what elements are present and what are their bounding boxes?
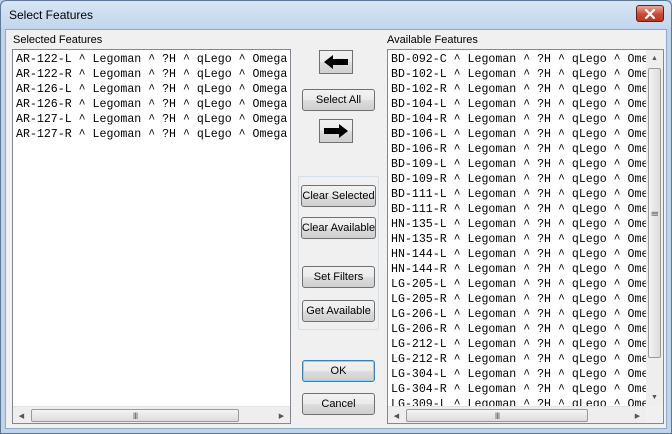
list-item[interactable]: BD-104-R ^ Legoman ^ ?H ^ qLego ^ Ome — [391, 112, 646, 127]
list-item[interactable]: LG-304-L ^ Legoman ^ ?H ^ qLego ^ Ome — [391, 367, 646, 382]
list-item[interactable]: AR-122-R ^ Legoman ^ ?H ^ qLego ^ Omega — [16, 67, 290, 82]
list-item[interactable]: BD-102-L ^ Legoman ^ ?H ^ qLego ^ Ome — [391, 67, 646, 82]
dialog-client-area: Selected Features AR-122-L ^ Legoman ^ ?… — [5, 29, 667, 429]
list-item[interactable]: LG-212-L ^ Legoman ^ ?H ^ qLego ^ Ome — [391, 337, 646, 352]
list-item[interactable]: LG-206-L ^ Legoman ^ ?H ^ qLego ^ Ome — [391, 307, 646, 322]
list-item[interactable]: BD-092-C ^ Legoman ^ ?H ^ qLego ^ Ome — [391, 52, 646, 67]
list-item[interactable]: AR-122-L ^ Legoman ^ ?H ^ qLego ^ Omega — [16, 52, 290, 67]
selected-features-label: Selected Features — [13, 34, 103, 46]
scroll-down-button[interactable]: ▼ — [646, 389, 663, 406]
cancel-button[interactable]: Cancel — [302, 393, 375, 415]
select-all-button[interactable]: Select All — [302, 89, 375, 111]
list-item[interactable]: LG-206-R ^ Legoman ^ ?H ^ qLego ^ Ome — [391, 322, 646, 337]
list-item[interactable]: BD-106-R ^ Legoman ^ ?H ^ qLego ^ Ome — [391, 142, 646, 157]
available-features-label: Available Features — [387, 34, 478, 46]
list-item[interactable]: HN-135-L ^ Legoman ^ ?H ^ qLego ^ Ome — [391, 217, 646, 232]
scroll-right-button[interactable]: ▶ — [273, 407, 290, 423]
list-item[interactable]: BD-111-R ^ Legoman ^ ?H ^ qLego ^ Ome — [391, 202, 646, 217]
list-item[interactable]: HN-135-R ^ Legoman ^ ?H ^ qLego ^ Ome — [391, 232, 646, 247]
available-list-hscrollbar[interactable]: ◀ III ▶ — [388, 406, 646, 423]
scroll-thumb[interactable]: III — [406, 409, 588, 422]
list-item[interactable]: HN-144-R ^ Legoman ^ ?H ^ qLego ^ Ome — [391, 262, 646, 277]
clear-available-button[interactable]: Clear Available — [301, 217, 376, 239]
list-item[interactable]: AR-126-R ^ Legoman ^ ?H ^ qLego ^ Omega — [16, 97, 290, 112]
list-item[interactable]: BD-106-L ^ Legoman ^ ?H ^ qLego ^ Ome — [391, 127, 646, 142]
list-item[interactable]: HN-144-L ^ Legoman ^ ?H ^ qLego ^ Ome — [391, 247, 646, 262]
set-filters-button[interactable]: Set Filters — [302, 266, 375, 288]
close-button[interactable] — [636, 5, 664, 22]
ok-button[interactable]: OK — [302, 360, 375, 382]
list-item[interactable]: LG-205-R ^ Legoman ^ ?H ^ qLego ^ Ome — [391, 292, 646, 307]
move-left-button[interactable] — [319, 50, 353, 74]
clear-selected-button[interactable]: Clear Selected — [301, 185, 376, 207]
list-item[interactable]: AR-127-L ^ Legoman ^ ?H ^ qLego ^ Omega — [16, 112, 290, 127]
list-item[interactable]: BD-109-L ^ Legoman ^ ?H ^ qLego ^ Ome — [391, 157, 646, 172]
scroll-thumb[interactable]: III — [31, 409, 239, 422]
list-item[interactable]: BD-102-R ^ Legoman ^ ?H ^ qLego ^ Ome — [391, 82, 646, 97]
close-icon — [644, 8, 656, 19]
list-item[interactable]: AR-127-R ^ Legoman ^ ?H ^ qLego ^ Omega — [16, 127, 290, 142]
list-item[interactable]: LG-304-R ^ Legoman ^ ?H ^ qLego ^ Ome — [391, 382, 646, 397]
scroll-thumb[interactable]: III — [648, 68, 661, 358]
scrollbar-corner — [646, 406, 663, 423]
title-bar[interactable]: Select Features — [1, 1, 671, 28]
move-right-button[interactable] — [319, 119, 353, 143]
selected-features-list[interactable]: AR-122-L ^ Legoman ^ ?H ^ qLego ^ Omega A… — [12, 49, 291, 424]
available-list-vscrollbar[interactable]: ▲ III ▼ — [646, 50, 663, 406]
list-item[interactable]: BD-111-L ^ Legoman ^ ?H ^ qLego ^ Ome — [391, 187, 646, 202]
list-item[interactable]: LG-212-R ^ Legoman ^ ?H ^ qLego ^ Ome — [391, 352, 646, 367]
scroll-left-button[interactable]: ◀ — [388, 407, 405, 423]
list-item[interactable]: BD-104-L ^ Legoman ^ ?H ^ qLego ^ Ome — [391, 97, 646, 112]
left-arrow-icon — [324, 55, 348, 69]
right-arrow-icon — [324, 124, 348, 138]
scroll-left-button[interactable]: ◀ — [13, 407, 30, 423]
scroll-up-button[interactable]: ▲ — [646, 50, 663, 67]
scroll-right-button[interactable]: ▶ — [629, 407, 646, 423]
selected-list-hscrollbar[interactable]: ◀ III ▶ — [13, 406, 290, 423]
available-features-list[interactable]: BD-092-C ^ Legoman ^ ?H ^ qLego ^ Ome BD-… — [387, 49, 664, 424]
list-item[interactable]: LG-205-L ^ Legoman ^ ?H ^ qLego ^ Ome — [391, 277, 646, 292]
list-item[interactable]: BD-109-R ^ Legoman ^ ?H ^ qLego ^ Ome — [391, 172, 646, 187]
list-item[interactable]: AR-126-L ^ Legoman ^ ?H ^ qLego ^ Omega — [16, 82, 290, 97]
select-features-dialog: Select Features Selected Features AR-122… — [0, 0, 672, 434]
window-title: Select Features — [9, 8, 94, 22]
get-available-button[interactable]: Get Available — [302, 300, 375, 322]
